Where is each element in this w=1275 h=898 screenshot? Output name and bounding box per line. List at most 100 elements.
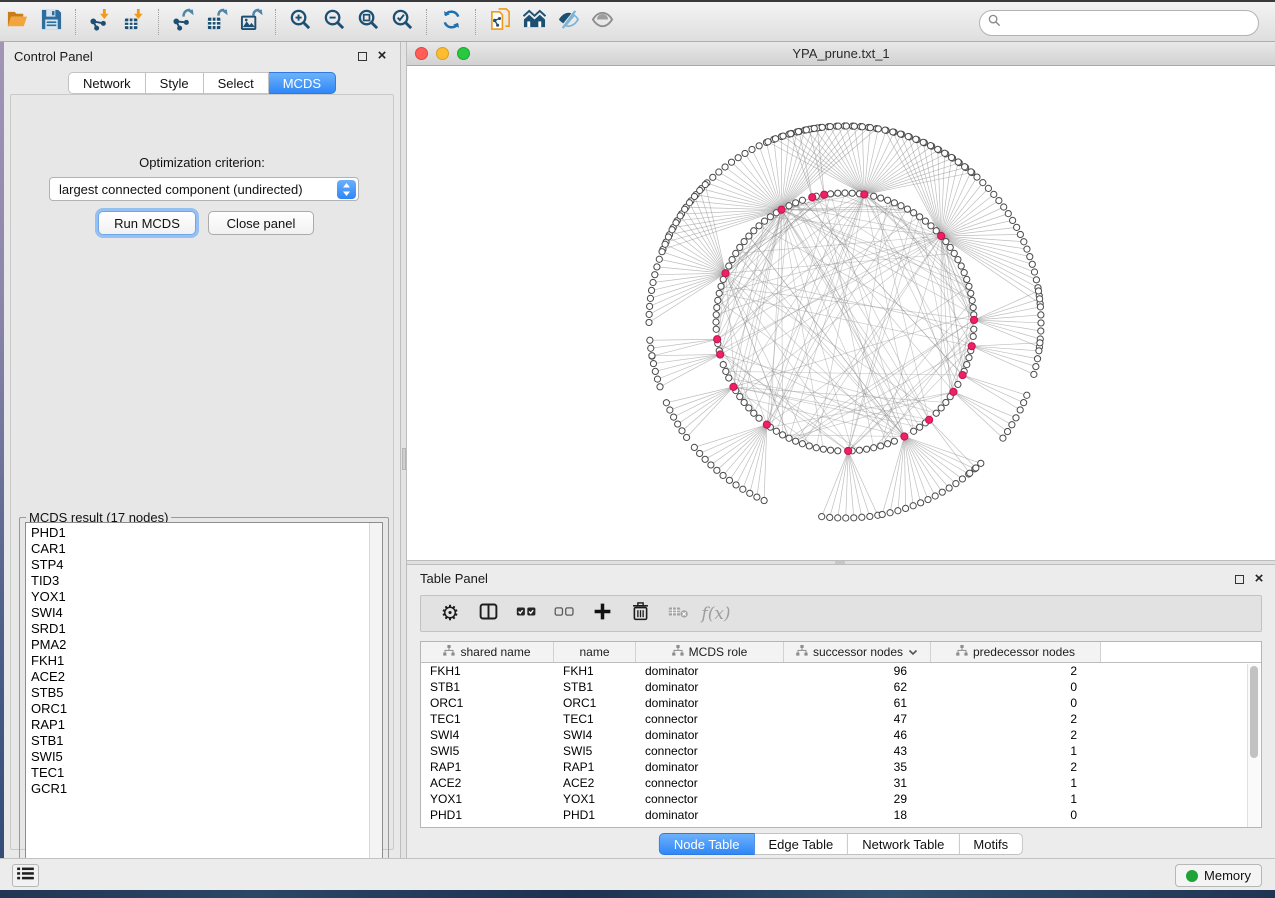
table-panel-close-button[interactable]: × — [1253, 573, 1265, 585]
column-header-shared-name[interactable]: shared name — [421, 642, 554, 662]
horizontal-splitter-handle[interactable] — [835, 561, 845, 564]
mcds-result-item[interactable]: PMA2 — [31, 637, 382, 653]
table-scrollbar-thumb[interactable] — [1250, 666, 1258, 758]
refresh-button[interactable] — [434, 7, 468, 37]
mcds-result-item[interactable]: STP4 — [31, 557, 382, 573]
table-settings-button[interactable]: ⚙ — [431, 599, 469, 629]
cell: 0 — [931, 695, 1101, 711]
vertical-splitter-handle[interactable] — [402, 448, 406, 470]
column-header-name[interactable]: name — [554, 642, 636, 662]
float-icon — [1235, 575, 1244, 584]
mcds-list-scrollbar[interactable] — [369, 523, 382, 873]
select-all-columns-button[interactable] — [507, 599, 545, 629]
mcds-result-item[interactable]: RAP1 — [31, 717, 382, 733]
table-row[interactable]: PHD1PHD1dominator180 — [421, 807, 1261, 823]
table-row[interactable]: TEC1TEC1connector472 — [421, 711, 1261, 727]
cell: dominator — [636, 807, 784, 823]
table-panel-float-button[interactable] — [1233, 573, 1245, 585]
tab-edge-table[interactable]: Edge Table — [754, 833, 848, 855]
control-panel-float-button[interactable] — [356, 50, 368, 62]
search-field[interactable] — [979, 10, 1259, 36]
table-row[interactable]: STB1STB1dominator620 — [421, 679, 1261, 695]
control-panel-close-button[interactable]: × — [376, 50, 388, 62]
mcds-result-item[interactable]: STB1 — [31, 733, 382, 749]
mcds-result-item[interactable]: ACE2 — [31, 669, 382, 685]
zoom-out-button[interactable] — [317, 7, 351, 37]
export-image-icon — [240, 8, 263, 36]
network-window-titlebar[interactable]: YPA_prune.txt_1 — [407, 42, 1275, 66]
table-row[interactable]: ORC1ORC1dominator610 — [421, 695, 1261, 711]
mcds-result-item[interactable]: TID3 — [31, 573, 382, 589]
mcds-result-item[interactable]: FKH1 — [31, 653, 382, 669]
run-mcds-button[interactable]: Run MCDS — [98, 211, 196, 235]
tab-style[interactable]: Style — [146, 72, 204, 94]
node-table[interactable]: shared namenameMCDS rolesuccessor nodesp… — [420, 641, 1262, 828]
cell: ORC1 — [421, 695, 554, 711]
vertical-splitter[interactable] — [400, 42, 407, 858]
table-row[interactable]: ACE2ACE2connector311 — [421, 775, 1261, 791]
cell: PHD1 — [421, 807, 554, 823]
mcds-result-item[interactable]: SWI4 — [31, 605, 382, 621]
mcds-result-item[interactable]: YOX1 — [31, 589, 382, 605]
float-icon — [358, 52, 367, 61]
network-canvas[interactable] — [407, 66, 1275, 560]
open-file-button[interactable] — [0, 7, 34, 37]
show-column-panel-button[interactable] — [469, 599, 507, 629]
desktop-bottom-strip — [0, 890, 1275, 898]
cell: connector — [636, 791, 784, 807]
mcds-result-item[interactable]: TEC1 — [31, 765, 382, 781]
export-image-button[interactable] — [234, 7, 268, 37]
table-row[interactable]: SWI5SWI5connector431 — [421, 743, 1261, 759]
hide-selected-button[interactable] — [551, 7, 585, 37]
first-neighbors-button[interactable] — [517, 7, 551, 37]
table-row[interactable]: SWI4SWI4dominator462 — [421, 727, 1261, 743]
status-bar: Memory — [0, 858, 1275, 890]
zoom-selected-button[interactable] — [385, 7, 419, 37]
table-row[interactable]: FKH1FKH1dominator962 — [421, 663, 1261, 679]
import-table-button[interactable] — [117, 7, 151, 37]
network-view-window: YPA_prune.txt_1 — [407, 42, 1275, 560]
tab-select[interactable]: Select — [204, 72, 269, 94]
show-eye-icon — [591, 8, 614, 36]
mcds-result-item[interactable]: STB5 — [31, 685, 382, 701]
mcds-result-item[interactable]: ORC1 — [31, 701, 382, 717]
deselect-all-columns-button[interactable] — [545, 599, 583, 629]
table-scrollbar[interactable] — [1247, 664, 1260, 827]
delete-column-button[interactable] — [621, 599, 659, 629]
tab-network[interactable]: Network — [68, 72, 146, 94]
cell: dominator — [636, 695, 784, 711]
column-header-successor-nodes[interactable]: successor nodes — [784, 642, 931, 662]
table-row[interactable]: YOX1YOX1connector291 — [421, 791, 1261, 807]
tab-network-table[interactable]: Network Table — [848, 833, 959, 855]
search-input[interactable] — [1001, 13, 1258, 33]
column-header-predecessor-nodes[interactable]: predecessor nodes — [931, 642, 1101, 662]
export-network-button[interactable] — [166, 7, 200, 37]
column-header-MCDS-role[interactable]: MCDS role — [636, 642, 784, 662]
mcds-result-item[interactable]: SRD1 — [31, 621, 382, 637]
mcds-result-item[interactable]: PHD1 — [31, 525, 382, 541]
table-row[interactable]: RAP1RAP1dominator352 — [421, 759, 1261, 775]
zoom-fit-button[interactable] — [351, 7, 385, 37]
columns-icon — [478, 601, 499, 627]
mcds-result-list[interactable]: PHD1CAR1STP4TID3YOX1SWI4SRD1PMA2FKH1ACE2… — [25, 522, 383, 874]
task-history-button[interactable] — [12, 864, 39, 887]
mcds-result-item[interactable]: CAR1 — [31, 541, 382, 557]
show-all-button[interactable] — [585, 7, 619, 37]
close-panel-button[interactable]: Close panel — [208, 211, 314, 235]
create-column-button[interactable] — [583, 599, 621, 629]
tab-mcds[interactable]: MCDS — [269, 72, 336, 94]
memory-button[interactable]: Memory — [1175, 864, 1262, 887]
toolbar-separator — [158, 9, 159, 35]
tab-node-table[interactable]: Node Table — [659, 833, 755, 855]
save-session-button[interactable] — [34, 7, 68, 37]
import-network-button[interactable] — [83, 7, 117, 37]
gear-icon: ⚙ — [441, 603, 460, 624]
export-table-button[interactable] — [200, 7, 234, 37]
mcds-result-item[interactable]: SWI5 — [31, 749, 382, 765]
criterion-dropdown[interactable]: largest connected component (undirected) — [49, 177, 359, 201]
zoom-out-icon — [323, 8, 346, 36]
tab-motifs[interactable]: Motifs — [959, 833, 1023, 855]
new-network-from-selection-button[interactable] — [483, 7, 517, 37]
zoom-in-button[interactable] — [283, 7, 317, 37]
mcds-result-item[interactable]: GCR1 — [31, 781, 382, 797]
